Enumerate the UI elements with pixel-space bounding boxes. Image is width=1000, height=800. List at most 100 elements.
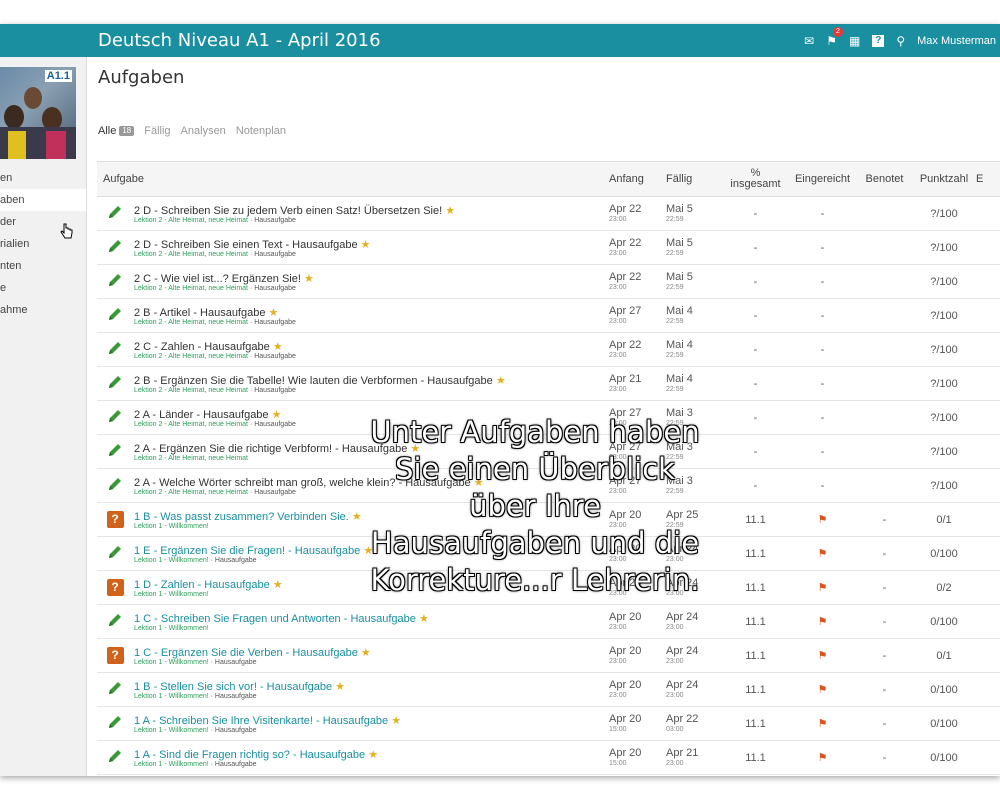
points-cell: ?/100	[930, 479, 958, 492]
graded-cell: -	[856, 775, 913, 777]
start-cell: Apr 20 23:00	[608, 673, 665, 707]
sidebar-item-home[interactable]: en	[0, 167, 86, 189]
col-header-points[interactable]: Punktzahl	[913, 161, 975, 197]
task-title-link[interactable]: 2 C - Wie viel ist...? Ergänzen Sie!	[134, 273, 301, 285]
tab-alle[interactable]: Alle 18	[98, 125, 135, 137]
user-menu[interactable]: Max Musterman	[917, 35, 1000, 47]
task-lesson-link[interactable]: Lektion 2 - Alte Heimat, neue Heimat	[134, 421, 248, 428]
sidebar-item-aufgaben[interactable]: aben	[0, 189, 86, 211]
task-lesson-link[interactable]: Lektion 2 - Alte Heimat, neue Heimat	[134, 217, 248, 224]
task-lesson-link[interactable]: Lektion 1 - Willkommen!	[134, 557, 209, 564]
table-row[interactable]: 2 C - Zahlen - Hausaufgabe ★ Lektion 2 - …	[97, 333, 1000, 367]
col-header-extra[interactable]: E	[975, 161, 1000, 197]
task-lesson-link[interactable]: Lektion 1 - Willkommen!	[134, 591, 209, 598]
col-header-task[interactable]: Aufgabe	[97, 161, 608, 197]
mail-icon[interactable]: ✉	[804, 34, 814, 48]
tab-faellig[interactable]: Fällig	[144, 125, 170, 137]
task-title-link[interactable]: 2 B - Ergänzen Sie die Tabelle! Wie laut…	[134, 375, 493, 387]
table-row[interactable]: 2 D - Schreiben Sie einen Text - Hausauf…	[97, 231, 1000, 265]
task-lesson-link[interactable]: Lektion 2 - Alte Heimat, neue Heimat	[134, 387, 248, 394]
graded-cell	[856, 197, 913, 231]
task-category: · Hausaufgabe	[248, 284, 296, 292]
table-row[interactable]: 2 B - Ergänzen Sie die Tabelle! Wie laut…	[97, 367, 1000, 401]
col-header-start[interactable]: Anfang	[608, 161, 665, 197]
task-title-link[interactable]: 1 D - Zahlen - Hausaufgabe	[134, 579, 270, 591]
task-type-cell	[97, 367, 133, 401]
notifications-icon[interactable]: ⚑ 2	[826, 27, 843, 48]
help-icon[interactable]: ?	[872, 35, 885, 47]
task-title-link[interactable]: 1 B - Stellen Sie sich vor! - Hausaufgab…	[134, 681, 332, 693]
task-title-link[interactable]: 1 B - Was passt zusammen? Verbinden Sie.	[134, 511, 349, 523]
col-header-submitted[interactable]: Eingereicht	[789, 161, 856, 197]
col-header-pct[interactable]: % insgesamt	[722, 161, 789, 197]
start-time: 23:00	[609, 250, 627, 257]
task-subtitle: Lektion 2 - Alte Heimat, neue Heimat · H…	[134, 285, 607, 292]
task-title-link[interactable]: 2 C - Zahlen - Hausaufgabe	[134, 341, 270, 353]
task-lesson-link[interactable]: Lektion 1 - Willkommen!	[134, 659, 209, 666]
task-title-link[interactable]: 2 D - Schreiben Sie zu jedem Verb einen …	[134, 205, 442, 217]
table-row[interactable]: ? 1 C - Ergänzen Sie die Verben - Hausauf…	[97, 639, 1000, 673]
start-time: 23:00	[609, 692, 627, 699]
submitted-value: -	[820, 445, 825, 458]
table-row[interactable]: 1 C - Schreiben Sie Fragen und Antworten…	[97, 605, 1000, 639]
page-title: Aufgaben	[98, 67, 185, 88]
task-lesson-link[interactable]: Lektion 2 - Alte Heimat, neue Heimat	[134, 353, 248, 360]
task-title-link[interactable]: 2 A - Länder - Hausaufgabe	[134, 409, 269, 421]
task-title-link[interactable]: 1 C - Ergänzen Sie die Verben - Hausaufg…	[134, 647, 358, 659]
tab-notenplan[interactable]: Notenplan	[236, 125, 286, 137]
task-category: · Hausaufgabe	[248, 386, 296, 394]
table-row[interactable]: 1 A - Sind die Fragen richtig so? - Haus…	[97, 741, 1000, 775]
task-title-link[interactable]: 1 A - Sind die Fragen richtig so? - Haus…	[134, 749, 365, 761]
table-header-row: Aufgabe Anfang Fällig % insgesamt Eingere…	[97, 161, 1000, 197]
start-date: Apr 22	[609, 271, 642, 283]
task-lesson-link[interactable]: Lektion 1 - Willkommen!	[134, 523, 209, 530]
table-row[interactable]: 1 A - Schreiben Sie Ihre Visitenkarte! -…	[97, 707, 1000, 741]
extra-cell	[975, 673, 1000, 707]
task-type-cell	[97, 707, 133, 741]
task-lesson-link[interactable]: Lektion 1 - Willkommen!	[134, 727, 209, 734]
sidebar-item-noten[interactable]: e	[0, 277, 86, 299]
extra-cell	[975, 707, 1000, 741]
search-icon[interactable]: ⚲	[896, 34, 905, 48]
task-lesson-link[interactable]: Lektion 1 - Willkommen!	[134, 693, 209, 700]
task-title-row: 2 D - Schreiben Sie einen Text - Hausauf…	[134, 238, 607, 251]
course-title[interactable]: Deutsch Niveau A1 - April 2016	[98, 30, 381, 51]
task-title-link[interactable]: 1 A - Schreiben Sie Ihre Visitenkarte! -…	[134, 715, 388, 727]
caption-line: Sie einen Überblick	[395, 452, 675, 486]
due-cell: Mai 5 22:59	[665, 197, 722, 231]
points-cell: ?/100	[930, 275, 958, 288]
mouse-cursor-icon	[60, 223, 73, 239]
task-lesson-link[interactable]: Lektion 1 - Willkommen!	[134, 625, 209, 632]
cover-shirt	[8, 131, 26, 159]
task-title-link[interactable]: 2 B - Artikel - Hausaufgabe	[134, 307, 265, 319]
tab-analysen[interactable]: Analysen	[181, 125, 226, 137]
table-row[interactable]: 2 B - Artikel - Hausaufgabe ★ Lektion 2 -…	[97, 299, 1000, 333]
task-lesson-link[interactable]: Lektion 1 - Willkommen!	[134, 761, 209, 768]
task-lesson-link[interactable]: Lektion 2 - Alte Heimat, neue Heimat	[134, 319, 248, 326]
table-row[interactable]: 1 B - Stellen Sie sich vor! - Hausaufgab…	[97, 673, 1000, 707]
sidebar-item-dokumente[interactable]: nten	[0, 255, 86, 277]
table-row[interactable]: 1 A - Schreiben Sie den Dialog richtig -…	[97, 775, 1000, 777]
sidebar-item-teilnahme[interactable]: ahme	[0, 299, 86, 321]
task-lesson-link[interactable]: Lektion 2 - Alte Heimat, neue Heimat	[134, 285, 248, 292]
question-task-icon: ?	[106, 647, 124, 664]
task-cell: 2 C - Wie viel ist...? Ergänzen Sie! ★ Le…	[133, 265, 608, 299]
task-title-link[interactable]: 2 D - Schreiben Sie einen Text - Hausauf…	[134, 239, 358, 251]
col-header-due[interactable]: Fällig	[665, 161, 722, 197]
task-lesson-link[interactable]: Lektion 2 - Alte Heimat, neue Heimat	[134, 489, 248, 496]
table-row[interactable]: 2 C - Wie viel ist...? Ergänzen Sie! ★ Le…	[97, 265, 1000, 299]
caption-line: Hausaufgaben und die	[370, 526, 700, 560]
tab-count-badge: 18	[119, 126, 135, 136]
task-title-link[interactable]: 1 C - Schreiben Sie Fragen und Antworten…	[134, 613, 416, 625]
col-header-graded[interactable]: Benotet	[856, 161, 913, 197]
task-lesson-link[interactable]: Lektion 2 - Alte Heimat, neue Heimat	[134, 455, 248, 462]
pencil-icon	[109, 410, 121, 422]
task-title-row: 2 D - Schreiben Sie zu jedem Verb einen …	[134, 204, 607, 217]
submitted-cell: -	[789, 435, 856, 469]
pencil-icon	[109, 206, 121, 218]
task-lesson-link[interactable]: Lektion 2 - Alte Heimat, neue Heimat	[134, 251, 248, 258]
calendar-icon[interactable]: ▦	[849, 34, 860, 48]
task-title-link[interactable]: 1 E - Ergänzen Sie die Fragen! - Hausauf…	[134, 545, 360, 557]
pencil-icon	[109, 376, 121, 388]
table-row[interactable]: 2 D - Schreiben Sie zu jedem Verb einen …	[97, 197, 1000, 231]
